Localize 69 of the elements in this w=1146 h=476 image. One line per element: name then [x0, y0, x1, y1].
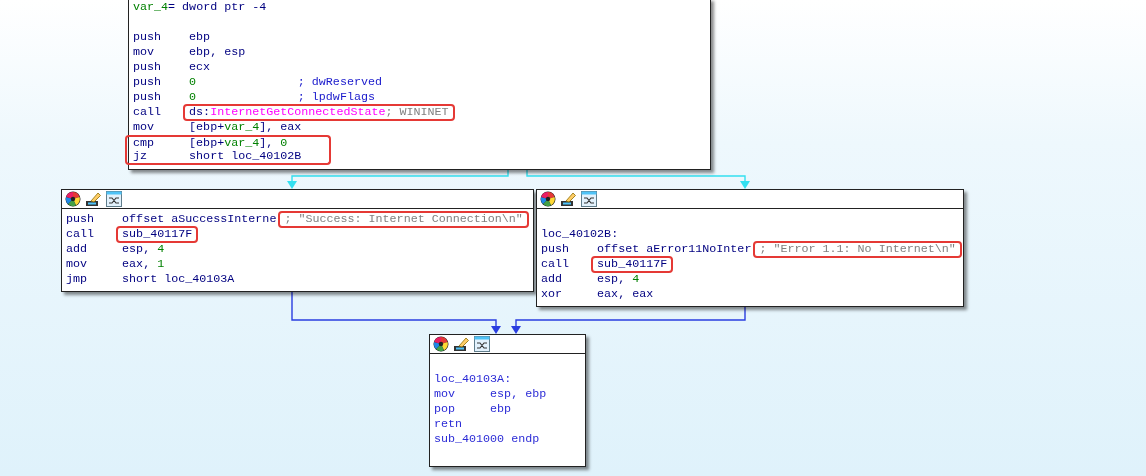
instruction-mnemonic: call	[541, 257, 571, 272]
operand-token: short loc_40103A	[122, 272, 235, 286]
instruction-mnemonic: mov	[434, 387, 457, 402]
code-comment: ; dwReserved	[297, 75, 382, 90]
instruction-mnemonic: mov	[66, 257, 89, 272]
operand-token: 0	[189, 75, 197, 89]
instruction-mnemonic: retn	[434, 417, 464, 432]
operand-token: eax,	[122, 257, 152, 271]
code-comment: ; "Error 1.1: No Internet\n"	[753, 241, 962, 258]
operand-token: esp,	[122, 242, 152, 256]
instruction-mnemonic: mov	[133, 120, 156, 135]
operand-token: offset aSuccessInterne	[122, 212, 277, 226]
operand-token: sub_40117F	[122, 227, 193, 241]
operand-token: var_4	[224, 136, 260, 150]
instruction-mnemonic: push	[133, 75, 163, 90]
instruction-mnemonic: jz	[133, 149, 149, 164]
code-token: sub_401000 endp	[434, 432, 540, 447]
instruction-mnemonic: xor	[541, 287, 564, 302]
code-comment: ; "Success: Internet Connection\n"	[278, 211, 529, 228]
instruction-mnemonic: push	[133, 30, 163, 45]
operand-token: offset aError11NoInter	[597, 242, 752, 256]
instruction-mnemonic: add	[541, 272, 564, 287]
operand-token: ], eax	[259, 120, 302, 134]
instruction-mnemonic: call	[66, 227, 96, 242]
instruction-mnemonic: jmp	[66, 272, 89, 287]
instruction-mnemonic: add	[66, 242, 89, 257]
code-token: var_4	[133, 0, 169, 15]
color-wheel-icon[interactable]	[540, 191, 556, 207]
operand-token: sub_40117F	[597, 257, 668, 271]
instruction-mnemonic: push	[133, 90, 163, 105]
code-token: loc_40102B:	[541, 227, 619, 242]
color-wheel-icon[interactable]	[65, 191, 81, 207]
operand-token: [ebp+	[189, 120, 225, 134]
instruction-mnemonic: push	[133, 60, 163, 75]
instruction-mnemonic: mov	[133, 45, 156, 60]
color-wheel-icon[interactable]	[433, 336, 449, 352]
code-comment: ; WININET	[385, 105, 449, 119]
instruction-mnemonic: call	[133, 105, 163, 120]
operand-token: InternetGetConnectedState	[210, 105, 386, 119]
operand-token: ],	[259, 136, 275, 150]
operand-token: 4	[632, 272, 640, 286]
code-comment: ; lpdwFlags	[297, 90, 375, 105]
operand-token: eax, eax	[597, 287, 654, 301]
code-token: loc_40103A:	[434, 372, 512, 387]
pencil-icon[interactable]	[560, 191, 577, 207]
operand-token: ds:	[189, 105, 211, 119]
instruction-mnemonic: push	[541, 242, 571, 257]
graph-layout-icon[interactable]	[474, 336, 490, 352]
pencil-icon[interactable]	[85, 191, 102, 207]
operand-token: [ebp+	[189, 136, 225, 150]
operand-token: ebp, esp	[189, 45, 246, 59]
graph-layout-icon[interactable]	[106, 191, 122, 207]
operand-token: ebp	[490, 402, 512, 416]
instruction-mnemonic: push	[66, 212, 96, 227]
operand-token: ecx	[189, 60, 211, 74]
operand-token: 0	[189, 90, 197, 104]
code-token: = dword ptr -4	[168, 0, 267, 15]
graph-layout-icon[interactable]	[581, 191, 597, 207]
operand-token: var_4	[224, 120, 260, 134]
operand-token: 1	[157, 257, 165, 271]
operand-token: 0	[280, 136, 288, 150]
operand-token: esp,	[597, 272, 627, 286]
instruction-mnemonic: pop	[434, 402, 457, 417]
operand-token: short loc_40102B	[189, 149, 302, 163]
operand-token: ebp	[189, 30, 211, 44]
instruction-mnemonic: cmp	[133, 136, 156, 151]
pencil-icon[interactable]	[453, 336, 470, 352]
operand-token: esp, ebp	[490, 387, 547, 401]
operand-token: 4	[157, 242, 165, 256]
